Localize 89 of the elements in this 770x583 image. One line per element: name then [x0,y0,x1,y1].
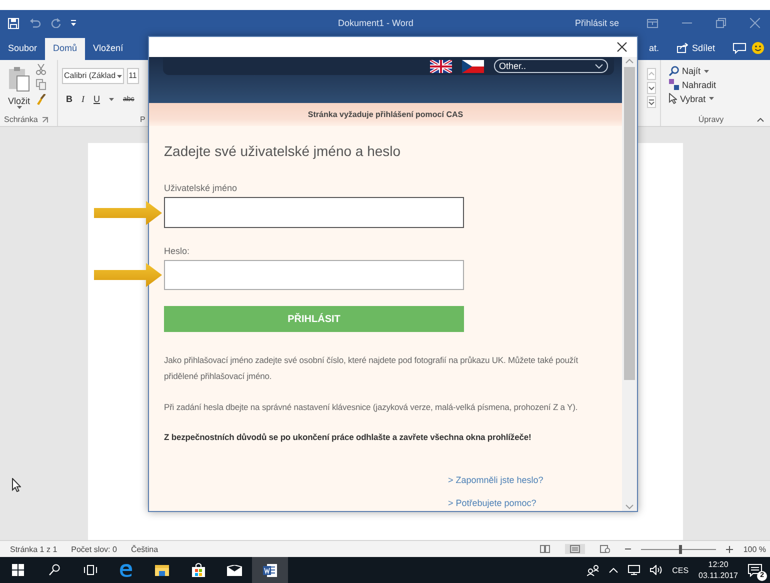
copy-icon[interactable] [36,79,46,90]
caret-icon [704,70,709,72]
group-label: Úpravy [698,115,724,124]
clipboard-icon [8,66,30,92]
ribbon-display-icon[interactable] [647,18,658,28]
share-button[interactable]: Sdílet [676,43,715,53]
ribbon-tab[interactable]: Vložení [85,38,132,60]
ribbon-tab[interactable]: Soubor [0,38,46,60]
paste-button[interactable]: Vložit [0,60,34,113]
notice-text: Stránka vyžaduje přihlášení pomocí CAS [149,103,622,126]
caret-icon[interactable] [109,98,114,100]
status-text[interactable]: Čeština [130,544,158,554]
czech-flag-icon[interactable] [462,60,484,72]
field-label: Uživatelské jméno [164,182,238,194]
chevron-up-icon[interactable] [609,568,618,572]
info-text: Jako přihlašovací jméno zadejte své osobní číslo, které najdete pod fotografií na průkazu UK. Můžete také použít přidělené přihlašovací jméno. [164,354,580,383]
caret-icon [16,106,22,109]
search-icon[interactable] [48,564,60,576]
warning-text: Z bezpečnostních důvodů se po ukončení práce odhlašte a zavřete všechna okna prohlížeče! [164,431,532,444]
font-dropdown[interactable]: Calibri (Základ [62,68,124,84]
minus-icon[interactable] [625,548,632,550]
task-view-icon[interactable] [84,565,96,575]
window-title: Dokument1 - Word [338,18,414,28]
caret-icon [116,74,122,78]
username-field[interactable] [164,197,464,228]
sign-in-link[interactable]: Přihlásit se [574,18,619,28]
web-page-icon [600,545,610,553]
language-dropdown[interactable]: Other.. [494,59,608,73]
slider-thumb[interactable] [678,544,682,554]
mouse-pointer-icon [12,478,21,492]
windows-icon[interactable] [12,564,24,576]
scroll-down-icon[interactable] [647,82,656,94]
restore-icon[interactable] [716,18,726,28]
scissors-icon[interactable] [36,64,46,75]
group-label: P [140,115,146,124]
undo-icon[interactable] [29,18,41,28]
caret-icon [708,97,714,100]
field-label: Heslo: [164,245,191,257]
comment-icon[interactable] [733,42,746,54]
launcher-icon[interactable] [42,116,48,122]
replace-icon [669,79,679,90]
folder-icon[interactable] [155,564,169,576]
login-heading: Zadejte své uživatelské jméno a heslo [164,142,402,160]
close-icon[interactable] [617,42,627,52]
smiley-icon[interactable] [752,42,764,54]
speaker-icon[interactable] [650,565,662,575]
save-icon[interactable] [8,18,19,28]
ribbon-tab[interactable]: Domů [45,38,86,60]
help-link[interactable]: > Zapomněli jste heslo? [448,472,544,488]
font-size-dropdown[interactable]: 11 [126,68,139,84]
notification-icon[interactable] [748,564,762,576]
chevron-down-icon [595,64,603,68]
info-text: Při zadání hesla dbejte na správné nastavení klávesnice (jazyková verze, malá-velká písmena, prohození Z a Y). [164,401,579,414]
minimize-icon[interactable] [682,22,692,24]
book-icon [540,545,550,553]
scrollbar-thumb[interactable] [624,67,635,380]
pointer-icon [669,93,677,104]
password-field[interactable] [164,260,464,290]
input-language-indicator[interactable]: CES [672,566,689,574]
gallery-more-icon[interactable] [647,96,656,108]
shopping-bag-icon[interactable] [192,563,204,577]
help-link[interactable]: > Potřebujete pomoc? [448,495,536,511]
print-layout-button[interactable] [565,544,586,554]
group-label: Schránka [4,115,38,124]
customize-icon[interactable] [71,20,76,26]
brush-icon[interactable] [36,94,46,105]
zoom-level-text[interactable]: 100 % [743,544,766,554]
word-app-icon[interactable] [263,564,277,576]
status-text[interactable]: Počet slov: 0 [71,544,117,554]
browser-e-icon[interactable] [119,564,133,576]
plus-icon[interactable] [726,546,734,552]
redo-icon[interactable] [51,18,61,28]
envelope-icon[interactable] [226,564,242,576]
search-icon [669,66,679,76]
find-button[interactable]: Najít [669,66,757,76]
ribbon-tab[interactable]: at. [648,43,659,53]
page-icon [570,545,580,553]
italic-button[interactable]: I [82,94,84,104]
clock[interactable]: 12:20 03.11.2017 [698,559,738,581]
status-text[interactable]: Stránka 1 z 1 [10,544,58,554]
share-icon [676,43,688,53]
uk-flag-icon[interactable] [430,60,452,72]
bold-button[interactable]: B [66,94,72,104]
underline-button[interactable]: U [94,94,100,104]
select-button[interactable]: Vybrat [669,93,757,104]
collapse-ribbon-icon[interactable] [757,118,764,122]
people-icon[interactable] [587,564,600,576]
replace-button[interactable]: Nahradit [669,79,757,90]
scrollbar[interactable] [622,57,637,511]
